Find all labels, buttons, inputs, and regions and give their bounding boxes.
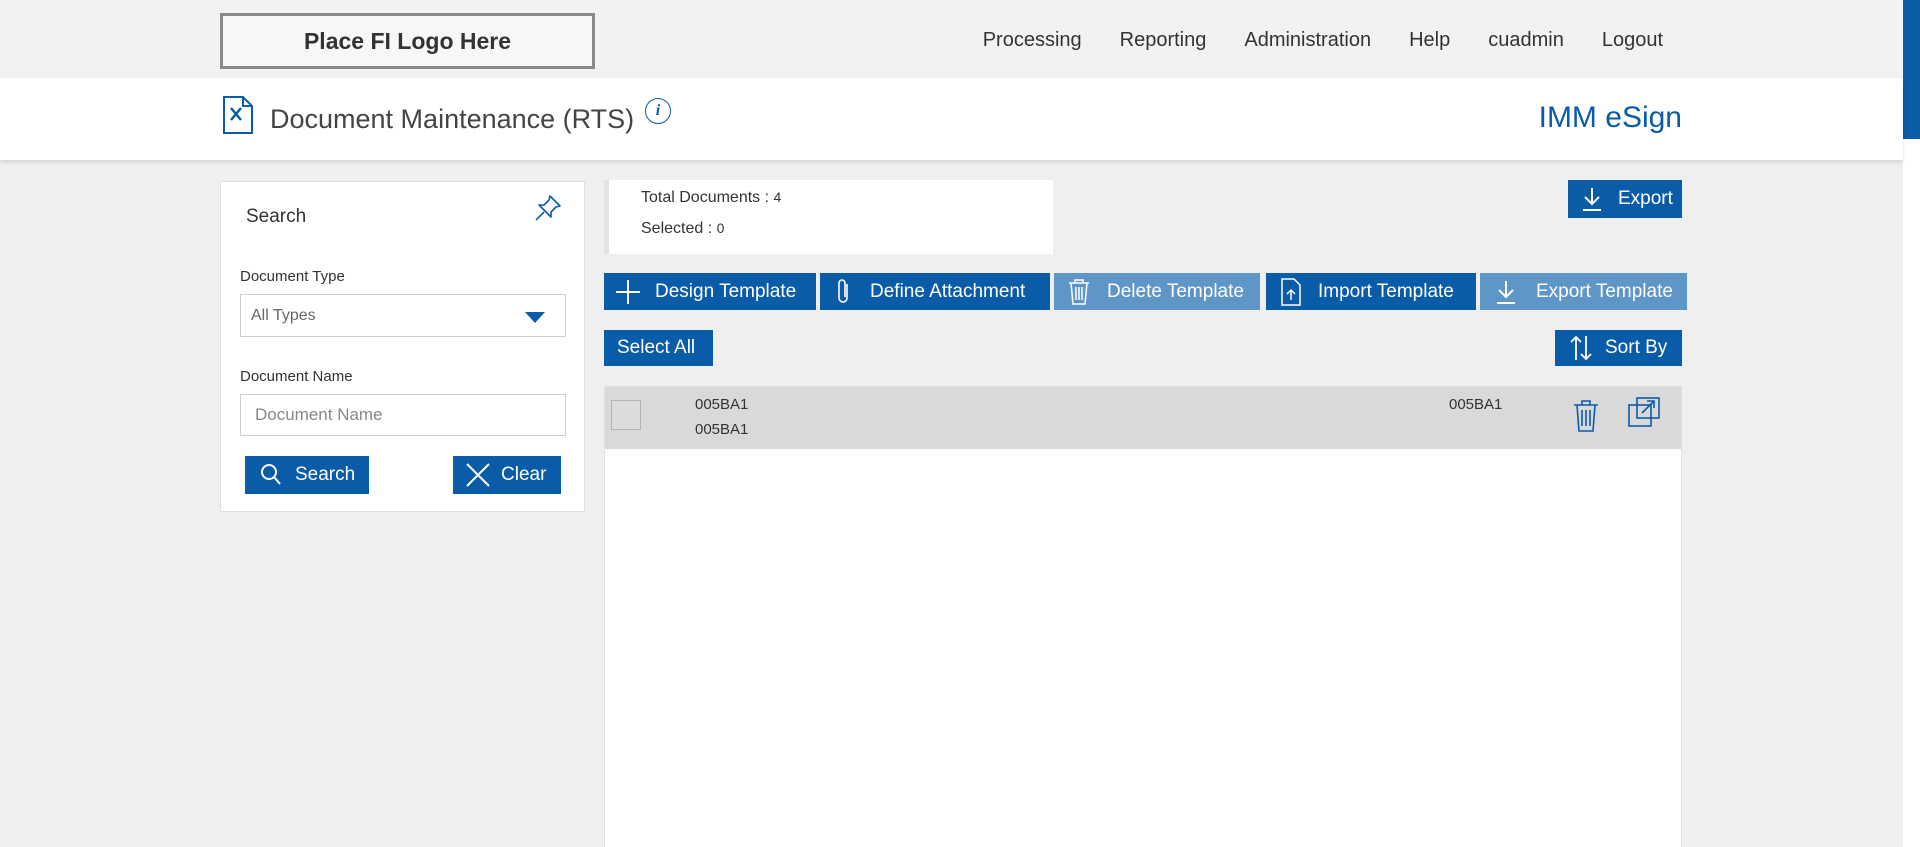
import-template-label: Import Template xyxy=(1318,280,1454,302)
sort-by-button[interactable]: Sort By xyxy=(1555,330,1682,366)
export-template-label: Export Template xyxy=(1536,280,1673,302)
plus-icon xyxy=(616,279,640,304)
search-button[interactable]: Search xyxy=(245,456,369,494)
search-panel-title: Search xyxy=(246,206,307,227)
document-name: 005BA1 xyxy=(695,396,749,413)
design-template-button[interactable]: Design Template xyxy=(604,273,816,310)
row-checkbox[interactable] xyxy=(611,400,641,430)
paperclip-icon xyxy=(838,278,848,303)
document-name-input[interactable] xyxy=(240,394,566,436)
document-type-value: All Types xyxy=(251,307,316,324)
fi-logo-placeholder: Place FI Logo Here xyxy=(220,13,595,69)
nav-help[interactable]: Help xyxy=(1409,29,1450,52)
document-subname: 005BA1 xyxy=(695,421,749,438)
close-icon xyxy=(466,463,490,487)
clear-button-label: Clear xyxy=(501,464,547,485)
delete-template-button[interactable]: Delete Template xyxy=(1054,273,1260,310)
select-all-button[interactable]: Select All xyxy=(604,330,713,366)
document-type-label: Document Type xyxy=(240,268,345,285)
export-button[interactable]: Export xyxy=(1568,180,1682,218)
trash-icon[interactable] xyxy=(1572,399,1600,433)
total-documents-label: Total Documents : xyxy=(641,189,774,206)
sort-icon xyxy=(1570,335,1592,361)
open-external-icon[interactable] xyxy=(1627,396,1661,428)
info-icon[interactable]: i xyxy=(645,98,671,124)
export-template-button[interactable]: Export Template xyxy=(1480,273,1687,310)
export-button-label: Export xyxy=(1618,188,1673,209)
clear-button[interactable]: Clear xyxy=(453,456,561,494)
search-panel: Search Document Type All Types Document … xyxy=(220,181,585,512)
define-attachment-button[interactable]: Define Attachment xyxy=(820,273,1050,310)
select-all-label: Select All xyxy=(617,337,696,358)
search-button-label: Search xyxy=(295,464,356,485)
product-brand: IMM eSign xyxy=(1538,101,1682,134)
document-name-label: Document Name xyxy=(240,368,353,385)
nav-reporting[interactable]: Reporting xyxy=(1120,29,1207,52)
nav-processing[interactable]: Processing xyxy=(983,29,1082,52)
total-documents: Total Documents : 4 xyxy=(641,189,781,207)
search-icon xyxy=(261,464,281,485)
delete-template-label: Delete Template xyxy=(1107,280,1244,302)
page-title: Document Maintenance (RTS) xyxy=(270,104,635,134)
pin-icon[interactable] xyxy=(532,192,564,224)
download-icon xyxy=(1497,280,1515,304)
nav-user-account[interactable]: cuadmin xyxy=(1488,29,1564,52)
top-navigation-bar: Place FI Logo Here Processing Reporting … xyxy=(0,0,1903,78)
sort-by-label: Sort By xyxy=(1605,337,1668,358)
document-list: 005BA1 005BA1 005BA1 xyxy=(604,386,1682,847)
nav-logout[interactable]: Logout xyxy=(1602,29,1663,52)
chevron-down-icon xyxy=(525,312,545,323)
main-nav: Processing Reporting Administration Help… xyxy=(945,29,1663,52)
trash-icon xyxy=(1069,278,1089,305)
download-icon xyxy=(1583,188,1601,211)
import-template-button[interactable]: Import Template xyxy=(1266,273,1476,310)
define-attachment-label: Define Attachment xyxy=(870,280,1026,302)
selected-documents: Selected : 0 xyxy=(641,220,724,238)
document-type-select[interactable]: All Types xyxy=(240,294,566,337)
upload-file-icon xyxy=(1281,277,1301,306)
list-item[interactable]: 005BA1 005BA1 005BA1 xyxy=(605,387,1681,449)
document-tools-icon xyxy=(223,96,253,134)
selected-documents-label: Selected : xyxy=(641,220,717,237)
design-template-label: Design Template xyxy=(655,280,797,302)
nav-administration[interactable]: Administration xyxy=(1244,29,1371,52)
scrollbar-thumb[interactable] xyxy=(1903,0,1920,139)
selected-documents-value: 0 xyxy=(716,220,725,236)
document-code: 005BA1 xyxy=(1449,396,1503,413)
total-documents-value: 4 xyxy=(773,189,782,205)
document-counts-panel: Total Documents : 4 Selected : 0 xyxy=(604,180,1053,254)
